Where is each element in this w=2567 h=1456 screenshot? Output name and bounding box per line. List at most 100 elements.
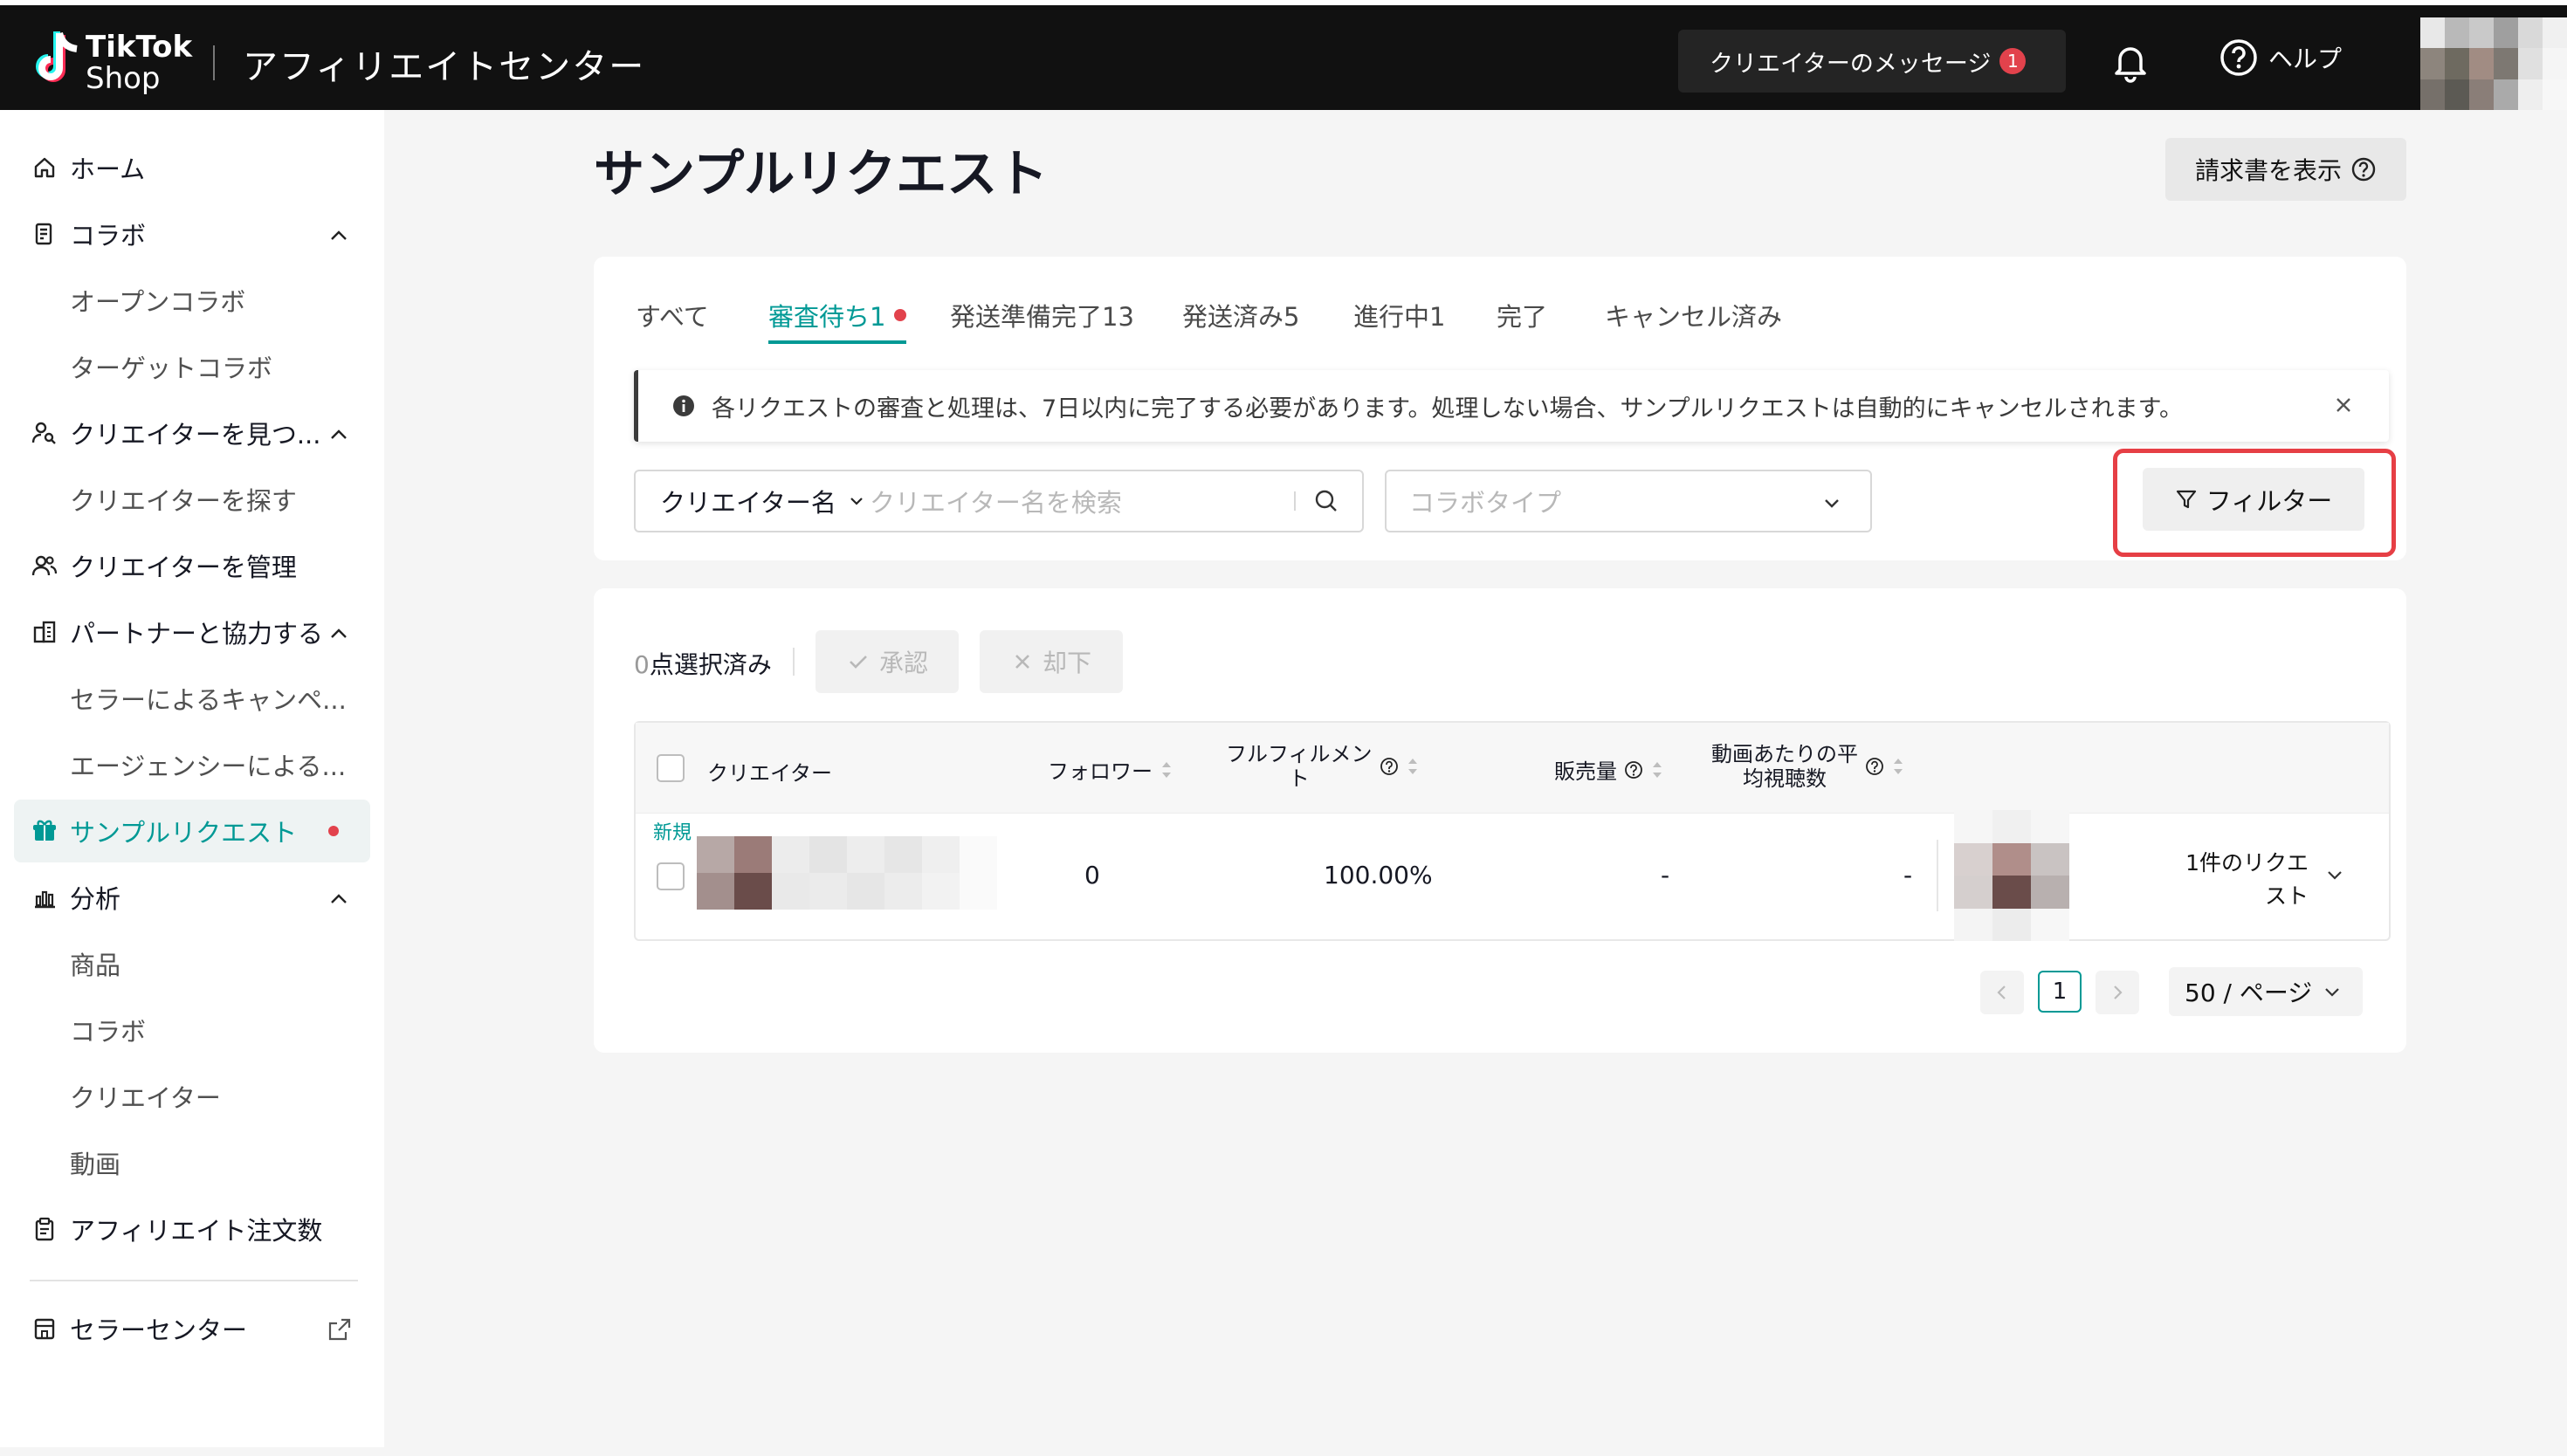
sidebar-item-sample-requests[interactable]: サンプルリクエスト bbox=[14, 800, 370, 862]
column-divider bbox=[1937, 840, 1938, 911]
sidebar-item-seller-campaigns[interactable]: セラーによるキャンペ... bbox=[14, 667, 370, 730]
header-avg-views[interactable]: 動画あたりの平 均視聴数 bbox=[1711, 742, 1905, 791]
sort-icon bbox=[1653, 761, 1662, 778]
sidebar-item-open-collab[interactable]: オープンコラボ bbox=[14, 269, 370, 332]
tab-completed[interactable]: 完了 bbox=[1497, 297, 1547, 333]
request-count[interactable]: 1件のリクエスト bbox=[2178, 847, 2309, 913]
collab-type-select[interactable]: コラボタイプ bbox=[1385, 470, 1872, 532]
sort-icon bbox=[1894, 759, 1903, 774]
table-header: クリエイター フォロワー フルフィルメント 販売量 動画あたりの平 均視聴数 bbox=[636, 723, 2389, 814]
page-number-current[interactable]: 1 bbox=[2038, 971, 2082, 1013]
sidebar-item-label: オープンコラボ bbox=[70, 287, 246, 317]
tiktok-logo-icon[interactable] bbox=[24, 30, 94, 93]
sidebar-item-label: 動画 bbox=[70, 1150, 121, 1179]
top-bar: TikTok Shop アフィリエイトセンター クリエイターのメッセージ 1 ヘ… bbox=[0, 0, 2567, 110]
tab-notification-dot bbox=[894, 309, 906, 321]
creator-messages-button[interactable]: クリエイターのメッセージ 1 bbox=[1678, 30, 2066, 93]
chevron-up-icon bbox=[331, 628, 347, 638]
sidebar-item-videos[interactable]: 動画 bbox=[14, 1131, 370, 1194]
view-invoice-button[interactable]: 請求書を表示 bbox=[2165, 138, 2406, 201]
tab-cancelled[interactable]: キャンセル済み bbox=[1605, 297, 1782, 333]
search-separator bbox=[1294, 491, 1296, 511]
header-fulfillment-line1: フルフィルメン bbox=[1226, 742, 1373, 766]
sidebar-item-search-creators[interactable]: クリエイターを探す bbox=[14, 468, 370, 531]
sidebar-item-label: サンプルリクエスト bbox=[70, 818, 298, 848]
approve-label: 承認 bbox=[878, 649, 928, 677]
reject-button[interactable]: 却下 bbox=[980, 630, 1123, 693]
header-sales-label: 販売量 bbox=[1554, 759, 1617, 784]
creator-avatar[interactable] bbox=[697, 836, 997, 910]
request-count-line2: スト bbox=[2264, 883, 2309, 909]
sidebar-item-label: 分析 bbox=[70, 884, 121, 914]
header-followers[interactable]: フォロワー bbox=[1048, 754, 1173, 785]
search-icon[interactable] bbox=[1311, 486, 1341, 516]
partner-icon bbox=[30, 617, 59, 647]
sidebar-item-label: パートナーと協力する bbox=[70, 619, 324, 649]
tab-in-progress[interactable]: 進行中1 bbox=[1353, 297, 1445, 333]
product-thumbnail[interactable] bbox=[1954, 810, 2069, 941]
help-button[interactable]: ヘルプ bbox=[2219, 38, 2342, 77]
request-count-line1: 1件のリクエ bbox=[2185, 850, 2309, 876]
sidebar-item-label: ターゲットコラボ bbox=[70, 354, 273, 383]
prev-page-button[interactable] bbox=[1980, 971, 2024, 1014]
account-avatar[interactable] bbox=[2420, 17, 2567, 110]
sidebar-item-analytics-creators[interactable]: クリエイター bbox=[14, 1065, 370, 1128]
sidebar-item-products[interactable]: 商品 bbox=[14, 932, 370, 995]
next-page-button[interactable] bbox=[2096, 971, 2139, 1014]
gift-icon bbox=[30, 816, 59, 846]
find-creator-icon bbox=[30, 418, 59, 448]
notification-dot bbox=[328, 826, 339, 836]
page-size-select[interactable]: 50 / ページ bbox=[2169, 967, 2363, 1016]
search-scope-select[interactable]: クリエイター名 bbox=[636, 483, 870, 519]
store-icon bbox=[30, 1314, 59, 1343]
tab-all[interactable]: すべて bbox=[636, 297, 709, 333]
close-icon[interactable] bbox=[2331, 393, 2356, 417]
sidebar-item-label: ホーム bbox=[70, 155, 146, 184]
sidebar-item-seller-center[interactable]: セラーセンター bbox=[14, 1297, 370, 1360]
close-icon bbox=[1015, 655, 1029, 669]
help-circle-icon bbox=[2351, 157, 2376, 182]
header-fulfillment[interactable]: フルフィルメント bbox=[1226, 742, 1420, 791]
creator-messages-label: クリエイターのメッセージ bbox=[1710, 50, 1992, 78]
sidebar-item-label: クリエイターを探す bbox=[70, 486, 297, 516]
tab-pending-review[interactable]: 審査待ち1 bbox=[768, 297, 885, 333]
header-sales[interactable]: 販売量 bbox=[1554, 754, 1664, 785]
reject-label: 却下 bbox=[1042, 649, 1091, 677]
sidebar-divider bbox=[30, 1280, 358, 1281]
sidebar-item-analytics[interactable]: 分析 bbox=[14, 866, 370, 929]
sidebar-item-manage-creators[interactable]: クリエイターを管理 bbox=[14, 534, 370, 597]
collab-type-placeholder: コラボタイプ bbox=[1409, 488, 1562, 518]
chevron-right-icon bbox=[2114, 986, 2123, 999]
sidebar-item-label: エージェンシーによる... bbox=[70, 752, 347, 781]
sidebar-item-home[interactable]: ホーム bbox=[14, 136, 370, 199]
sidebar-item-find-creators[interactable]: クリエイターを見つ... bbox=[14, 402, 370, 464]
bell-icon[interactable] bbox=[2106, 37, 2155, 86]
chevron-up-icon bbox=[331, 894, 347, 903]
sidebar-item-agency-campaigns[interactable]: エージェンシーによる... bbox=[14, 733, 370, 796]
tab-ready-to-ship[interactable]: 発送準備完了13 bbox=[950, 297, 1134, 333]
sidebar-item-affiliate-orders[interactable]: アフィリエイト注文数 bbox=[14, 1198, 370, 1260]
search-input[interactable]: クリエイター名を検索 bbox=[870, 483, 1294, 519]
sidebar-item-label: セラーセンター bbox=[70, 1315, 248, 1345]
select-all-checkbox[interactable] bbox=[657, 754, 685, 782]
chevron-down-icon[interactable] bbox=[2324, 864, 2345, 885]
sidebar-item-partners[interactable]: パートナーと協力する bbox=[14, 601, 370, 663]
chevron-up-icon bbox=[331, 230, 347, 240]
active-tab-indicator bbox=[768, 340, 906, 344]
sort-icon bbox=[1162, 761, 1171, 778]
header-followers-label: フォロワー bbox=[1048, 759, 1153, 784]
help-circle-icon bbox=[2220, 39, 2257, 76]
clipboard-icon bbox=[30, 1214, 59, 1244]
sidebar-item-label: クリエイターを管理 bbox=[70, 553, 297, 582]
approve-button[interactable]: 承認 bbox=[816, 630, 959, 693]
sidebar-item-label: クリエイターを見つ... bbox=[70, 420, 321, 450]
row-followers: 0 bbox=[1084, 861, 1100, 889]
tab-shipped[interactable]: 発送済み5 bbox=[1182, 297, 1299, 333]
header-creator: クリエイター bbox=[707, 756, 832, 786]
sidebar-item-collab[interactable]: コラボ bbox=[14, 203, 370, 265]
page-size-label: 50 / ページ bbox=[2185, 979, 2313, 1007]
selection-divider bbox=[793, 648, 795, 676]
sidebar-item-target-collab[interactable]: ターゲットコラボ bbox=[14, 335, 370, 398]
row-checkbox[interactable] bbox=[657, 862, 685, 890]
sidebar-item-analytics-collab[interactable]: コラボ bbox=[14, 999, 370, 1061]
